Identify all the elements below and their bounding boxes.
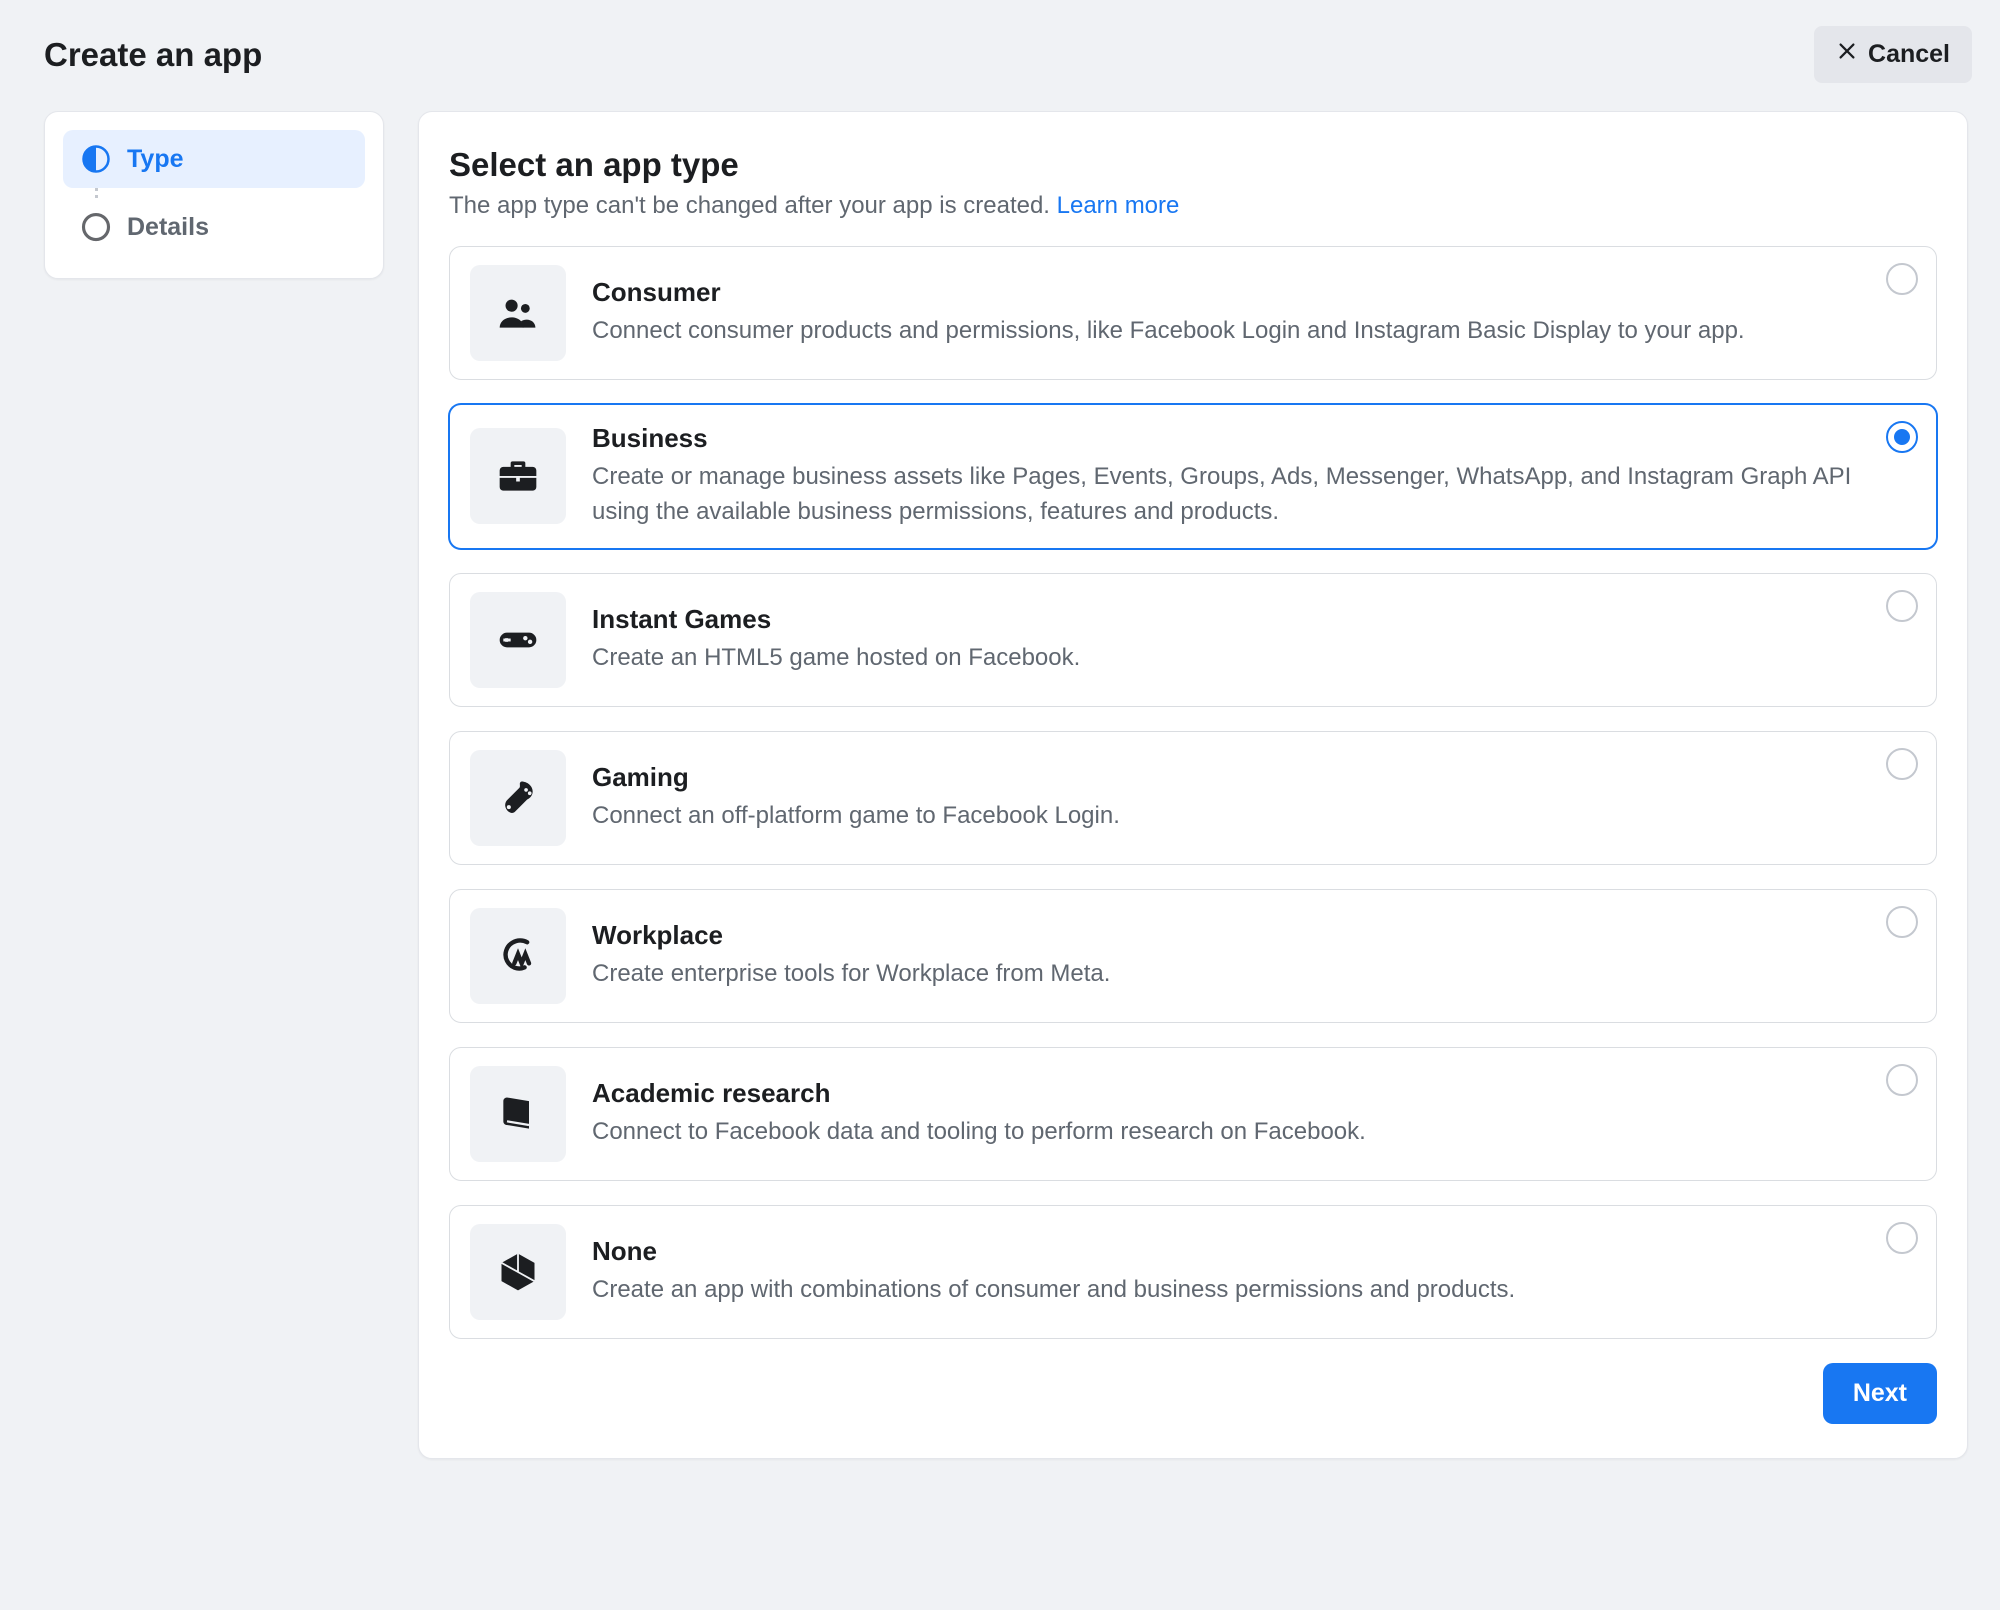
wizard-step-type[interactable]: Type: [63, 130, 365, 188]
people-icon: [470, 265, 566, 361]
app-type-option-consumer[interactable]: Consumer Connect consumer products and p…: [449, 246, 1937, 380]
workplace-icon: [470, 908, 566, 1004]
app-type-option-gaming[interactable]: Gaming Connect an off-platform game to F…: [449, 731, 1937, 865]
main-panel: Select an app type The app type can't be…: [418, 111, 1968, 1459]
app-type-option-description: Connect to Facebook data and tooling to …: [592, 1115, 1914, 1150]
gamepad-icon: [470, 592, 566, 688]
app-type-option-description: Create enterprise tools for Workplace fr…: [592, 957, 1914, 992]
wizard-step-details[interactable]: Details: [63, 198, 365, 256]
main-subtitle: The app type can't be changed after your…: [449, 192, 1937, 220]
page-title: Create an app: [44, 36, 262, 74]
radio-indicator: [1886, 1222, 1918, 1254]
app-type-option-academic-research[interactable]: Academic research Connect to Facebook da…: [449, 1047, 1937, 1181]
empty-circle-icon: [81, 212, 111, 242]
wizard-step-label: Type: [127, 145, 184, 174]
main-subtitle-text: The app type can't be changed after your…: [449, 192, 1057, 219]
book-icon: [470, 1066, 566, 1162]
app-type-option-description: Create an HTML5 game hosted on Facebook.: [592, 641, 1914, 676]
app-type-option-instant-games[interactable]: Instant Games Create an HTML5 game hoste…: [449, 573, 1937, 707]
app-type-option-title: Gaming: [592, 762, 1914, 793]
close-icon: [1836, 40, 1858, 69]
app-type-option-description: Connect an off-platform game to Facebook…: [592, 799, 1914, 834]
half-circle-icon: [81, 144, 111, 174]
radio-indicator: [1886, 421, 1918, 453]
cube-icon: [470, 1224, 566, 1320]
app-type-option-business[interactable]: Business Create or manage business asset…: [449, 404, 1937, 549]
app-type-option-title: Workplace: [592, 920, 1914, 951]
app-type-option-title: Consumer: [592, 277, 1914, 308]
app-type-option-title: Academic research: [592, 1078, 1914, 1109]
radio-indicator: [1886, 263, 1918, 295]
app-type-option-none[interactable]: None Create an app with combinations of …: [449, 1205, 1937, 1339]
app-type-option-description: Create an app with combinations of consu…: [592, 1273, 1914, 1308]
wizard-step-connector: [95, 188, 98, 198]
app-type-option-title: Business: [592, 423, 1914, 454]
radio-indicator: [1886, 590, 1918, 622]
app-type-option-description: Create or manage business assets like Pa…: [592, 460, 1914, 530]
radio-indicator: [1886, 748, 1918, 780]
wizard-sidebar: Type Details: [44, 111, 384, 279]
app-type-option-title: Instant Games: [592, 604, 1914, 635]
gaming-icon: [470, 750, 566, 846]
app-type-option-title: None: [592, 1236, 1914, 1267]
wizard-step-label: Details: [127, 213, 209, 242]
main-title: Select an app type: [449, 146, 1937, 184]
radio-indicator: [1886, 1064, 1918, 1096]
next-button[interactable]: Next: [1823, 1363, 1937, 1424]
app-type-option-description: Connect consumer products and permission…: [592, 314, 1914, 349]
radio-indicator: [1886, 906, 1918, 938]
cancel-button[interactable]: Cancel: [1814, 26, 1972, 83]
cancel-button-label: Cancel: [1868, 40, 1950, 69]
briefcase-icon: [470, 428, 566, 524]
app-type-option-workplace[interactable]: Workplace Create enterprise tools for Wo…: [449, 889, 1937, 1023]
learn-more-link[interactable]: Learn more: [1057, 192, 1180, 219]
